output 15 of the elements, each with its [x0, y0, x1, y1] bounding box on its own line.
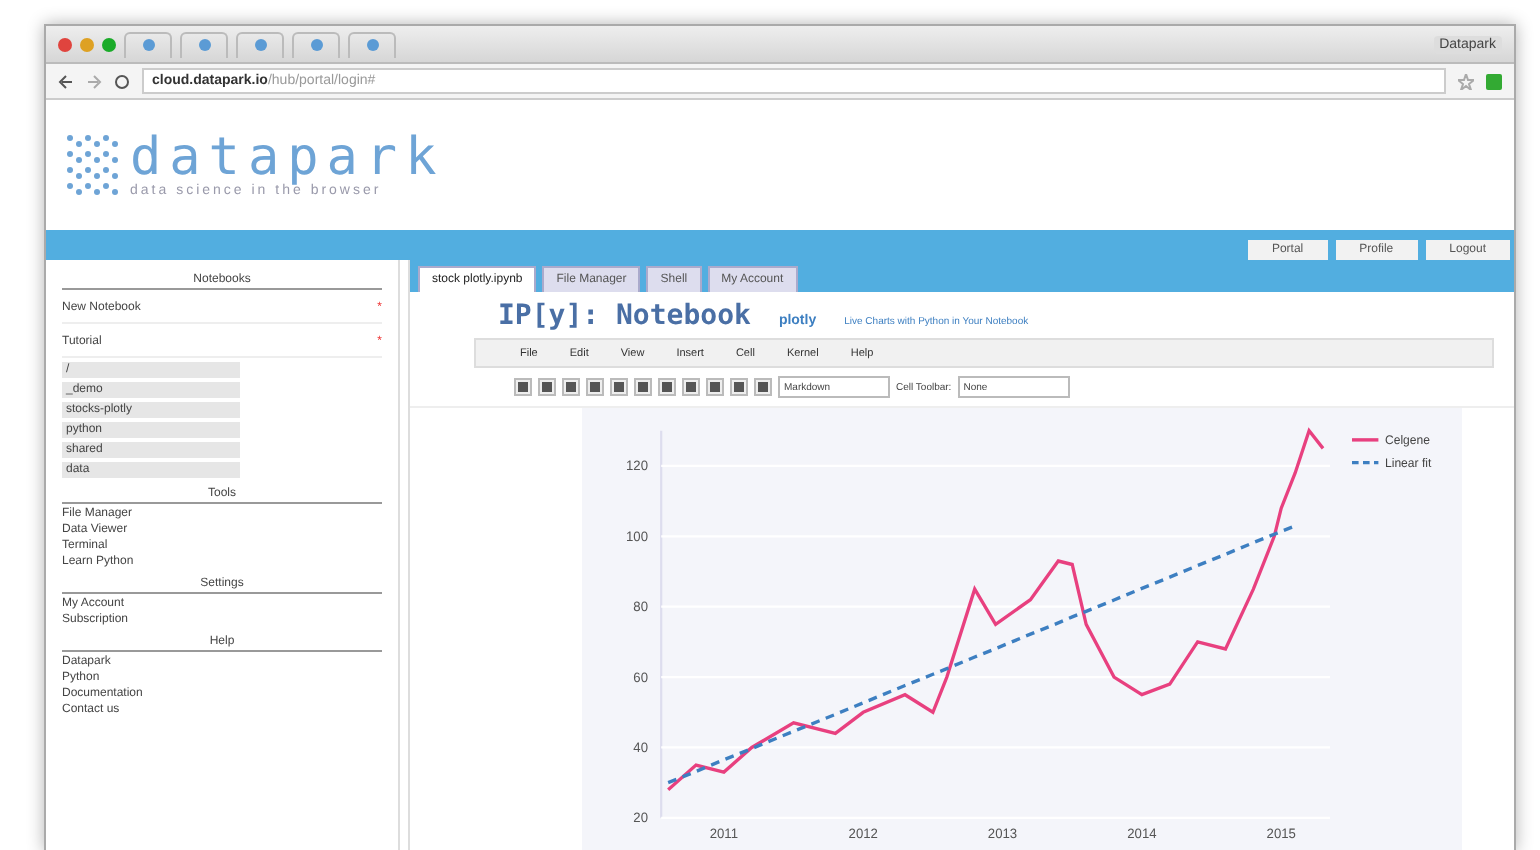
favicon-icon: [309, 38, 323, 52]
close-dot[interactable]: [58, 37, 72, 51]
favicon-icon: [197, 38, 211, 52]
reload-icon[interactable]: [114, 73, 130, 89]
extension-icon[interactable]: [1486, 73, 1502, 89]
favicon-icon: [141, 38, 155, 52]
brand-name: datapark: [130, 132, 445, 184]
zoom-dot[interactable]: [102, 37, 116, 51]
dots-logo-icon: [62, 129, 122, 201]
favicon-icon: [253, 38, 267, 52]
ipython-logo: IP[y]: Notebook: [498, 300, 751, 332]
favicon-icon: [365, 38, 379, 52]
back-icon[interactable]: [58, 73, 74, 89]
star-icon[interactable]: [1458, 73, 1474, 89]
minimize-dot[interactable]: [80, 37, 94, 51]
